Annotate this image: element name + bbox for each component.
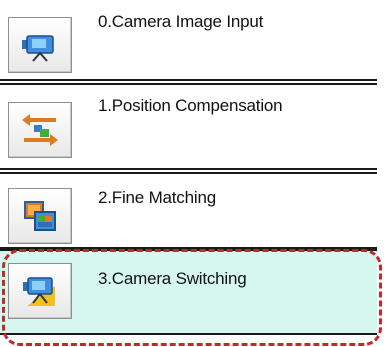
camera-icon [22,35,54,62]
flow-item-label: 1.Position Compensation [98,96,283,115]
fine-matching-button[interactable] [8,188,72,244]
flow-item-camera-switching[interactable]: 3.Camera Switching [0,249,377,335]
camera-image-input-button[interactable] [8,17,72,73]
flow-item-label: 3.Camera Switching [98,269,247,288]
flow-item-camera-image-input[interactable]: 0.Camera Image Input [0,0,377,81]
camera-switching-button[interactable] [8,263,72,319]
fine-matching-icon [24,201,56,231]
flow-item-fine-matching[interactable]: 2.Fine Matching [0,172,377,249]
camera-switching-icon [23,277,55,306]
flow-item-label: 0.Camera Image Input [98,12,264,31]
position-compensation-button[interactable] [8,102,72,158]
processing-flow-list: 0.Camera Image Input 1.Position Compensa… [0,0,385,347]
flow-item-position-compensation[interactable]: 1.Position Compensation [0,83,377,170]
flow-item-label: 2.Fine Matching [98,188,216,207]
position-compensation-icon [22,114,58,146]
